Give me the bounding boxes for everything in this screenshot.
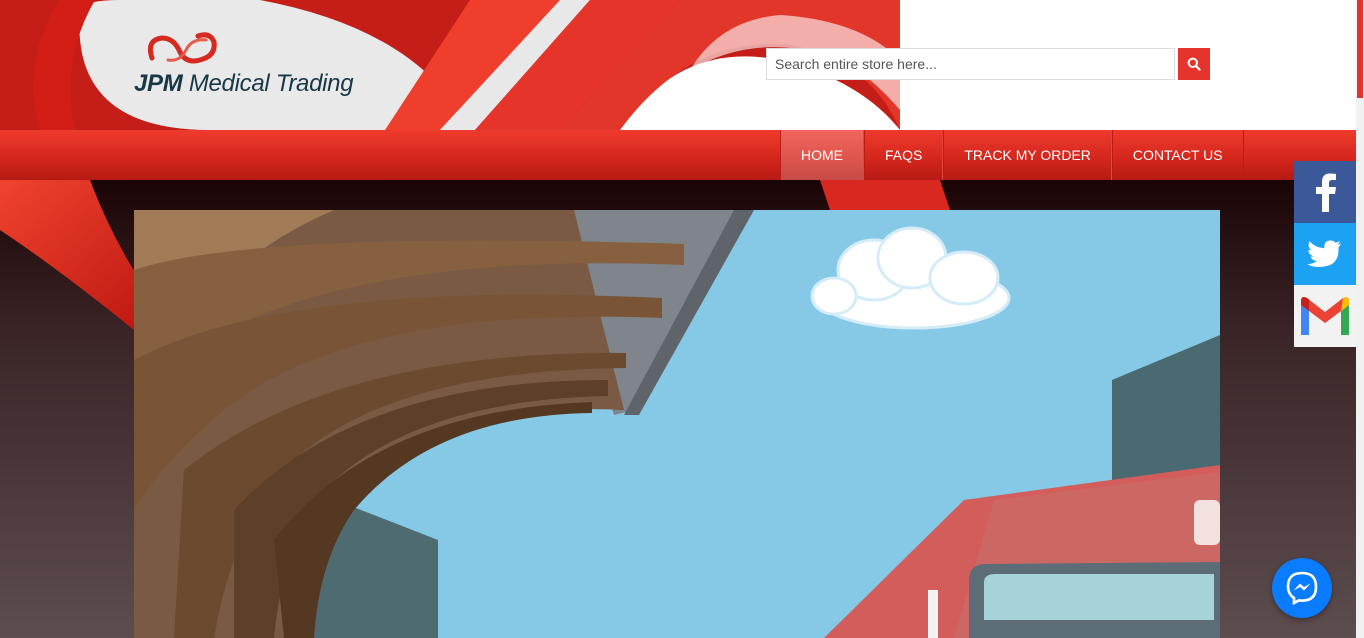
search-icon <box>1187 57 1201 71</box>
facebook-share-button[interactable] <box>1294 161 1356 223</box>
logo-text-company: Medical Trading <box>182 70 354 97</box>
nav-item-track-my-order[interactable]: TRACK MY ORDER <box>943 130 1112 180</box>
social-share-bar <box>1294 161 1356 347</box>
scrollbar-thumb[interactable] <box>1357 0 1363 98</box>
nav-item-contact-us[interactable]: CONTACT US <box>1111 130 1244 180</box>
banner-illustration <box>134 210 1220 638</box>
messenger-icon <box>1286 571 1318 605</box>
twitter-icon <box>1308 240 1341 267</box>
hero-banner-image[interactable] <box>134 210 1220 638</box>
nav-item-faqs[interactable]: FAQS <box>864 130 944 180</box>
nav-item-home[interactable]: HOME <box>780 130 864 180</box>
logo-swirl-icon <box>147 32 217 64</box>
main-navigation: HOME FAQS TRACK MY ORDER CONTACT US <box>0 130 1356 180</box>
gmail-share-button[interactable] <box>1294 285 1356 347</box>
twitter-share-button[interactable] <box>1294 223 1356 285</box>
gmail-icon <box>1301 297 1349 335</box>
logo-text: JPM Medical Trading <box>134 70 354 98</box>
messenger-chat-button[interactable] <box>1272 558 1332 618</box>
page-scrollbar[interactable] <box>1356 0 1364 638</box>
search-button[interactable] <box>1178 48 1210 80</box>
search-input[interactable] <box>766 48 1175 80</box>
facebook-icon <box>1316 173 1336 212</box>
logo-text-jpm: JPM <box>134 70 183 97</box>
site-logo[interactable]: JPM Medical Trading <box>132 30 362 100</box>
